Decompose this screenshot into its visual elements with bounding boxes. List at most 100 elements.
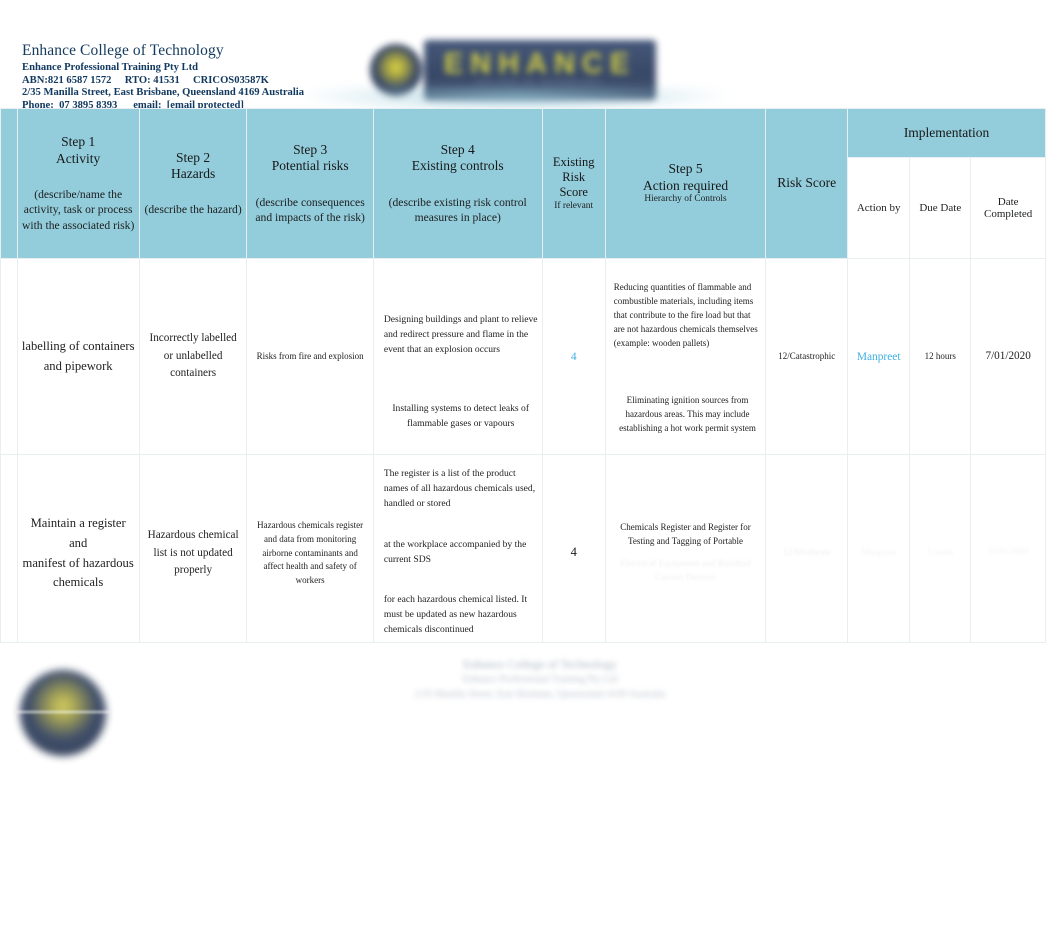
header-existing-risk-score-note: If relevant — [554, 200, 594, 211]
cell-action-required-text: Eliminating ignition sources from hazard… — [619, 395, 756, 434]
action-by-value: Manpreet — [856, 351, 901, 364]
header-step3-title: Step 3 Potential risks — [271, 141, 349, 174]
cell-action-required-text: Reducing quantities of flammable and com… — [613, 281, 758, 348]
cell-existing-controls-text: at the workplace accompanied by the curr… — [383, 538, 527, 565]
header-action-by: Action by — [847, 157, 911, 259]
header-risk-score-title: Risk Score — [777, 175, 837, 191]
cell-potential-risks[interactable]: Hazardous chemicals register and data fr… — [246, 454, 374, 643]
table-header-group-row: Step 1 Activity (describe/name the activ… — [0, 108, 1046, 259]
due-date-value: 12 hours — [924, 350, 956, 361]
cell-hazards[interactable]: Hazardous chemical list is not updated p… — [138, 454, 248, 643]
letterhead: Enhance College of Technology Enhance Pr… — [0, 0, 1062, 114]
logo-subtext: COLLEGE OF TECHNOLOGY — [476, 80, 604, 87]
cell-existing-controls-text: Installing systems to detect leaks of fl… — [392, 402, 530, 429]
footer-line-3: 2/35 Manilla Street, East Brisbane, Quee… — [414, 688, 666, 700]
cell-action-by[interactable]: Manpreet — [847, 258, 911, 455]
footer-logo-icon — [20, 670, 106, 756]
header-step4-subtitle: (describe existing risk control measures… — [388, 195, 527, 224]
cell-existing-controls[interactable]: The register is a list of the product na… — [372, 454, 543, 643]
existing-risk-score-value: 4 — [570, 351, 577, 364]
date-completed-value: 7/01/2020 — [985, 349, 1031, 362]
cell-activity-line: Maintain a register and — [30, 516, 126, 550]
cell-potential-risks-text: Risks from fire and explosion — [256, 350, 364, 361]
header-step2-subtitle: (describe the hazard) — [144, 203, 242, 217]
cell-risk-score[interactable]: 12/Catastrophic — [765, 258, 849, 455]
cell-action-by[interactable]: Manpreet — [847, 454, 911, 643]
cell-activity-line: and pipework — [43, 358, 113, 373]
header-date-completed: Date Completed — [970, 157, 1046, 259]
cell-activity[interactable]: Maintain a register and manifest of haza… — [16, 454, 140, 643]
header-step4-title: Step 4 Existing controls — [411, 141, 504, 174]
footer-line-1: Enhance College of Technology — [463, 657, 617, 671]
organisation-name: Enhance College of Technology — [22, 42, 224, 59]
cell-hazards-line: list is not updated — [153, 546, 233, 559]
header-implementation-label: Implementation — [903, 125, 990, 140]
date-completed-faded-value: 15/01/2020 — [987, 545, 1029, 556]
header-risk-score: Risk Score — [765, 108, 849, 259]
header-step3: Step 3 Potential risks (describe consequ… — [246, 108, 374, 259]
cell-risk-score[interactable]: 12/Moderate — [765, 454, 849, 643]
table-row: labelling of containers and pipework Inc… — [0, 258, 1046, 455]
organisation-address-line: 2/35 Manilla Street, East Brisbane, Quee… — [22, 87, 305, 99]
footer-line-2: Enhance Professional Training Pty Ltd — [462, 674, 618, 686]
organisation-details: Enhance College of Technology Enhance Pr… — [22, 42, 304, 112]
cell-hazards[interactable]: Incorrectly labelled or unlabelled conta… — [138, 258, 248, 455]
cell-existing-risk-score[interactable]: 4 — [541, 258, 606, 455]
cell-hazards-line: or unlabelled — [163, 349, 223, 362]
cell-action-required[interactable]: Chemicals Register and Register for Test… — [604, 454, 767, 643]
cell-existing-risk-score[interactable]: 4 — [541, 454, 606, 643]
header-date-completed-label: Date Completed — [984, 196, 1033, 220]
cell-existing-controls-text: The register is a list of the product na… — [383, 468, 536, 509]
organisation-registration-line: ABN:821 6587 1572 RTO: 41531 CRICOS03587… — [22, 74, 269, 86]
footer-text-block: Enhance College of Technology Enhance Pr… — [390, 656, 690, 702]
cell-hazards-line: properly — [174, 564, 213, 577]
header-step3-subtitle: (describe consequences and impacts of th… — [255, 195, 365, 224]
action-by-faded-value: Manpreet — [861, 547, 896, 558]
header-step2: Step 2 Hazards (describe the hazard) — [138, 108, 248, 259]
header-action-by-label: Action by — [856, 202, 901, 214]
cell-existing-controls-text: for each hazardous chemical listed. It m… — [383, 594, 528, 636]
organisation-legal-name: Enhance Professional Training Pty Ltd — [22, 62, 198, 74]
cell-potential-risks-text: Hazardous chemicals register and data fr… — [257, 519, 364, 586]
cell-existing-controls[interactable]: Designing buildings and plant to relieve… — [372, 258, 543, 455]
header-spacer-left — [0, 108, 18, 259]
header-due-date-label: Due Date — [919, 202, 962, 214]
cell-activity-line: chemicals — [52, 575, 104, 590]
cell-activity-line: labelling of containers — [21, 338, 135, 353]
risk-assessment-table: Step 1 Activity (describe/name the activ… — [0, 108, 1046, 643]
cell-hazards-line: Hazardous chemical — [147, 529, 239, 542]
header-step5: Step 5 Action required Hierarchy of Cont… — [604, 108, 767, 259]
footer-logo-divider — [16, 711, 110, 713]
cell-potential-risks[interactable]: Risks from fire and explosion — [246, 258, 374, 455]
cell-hazards-line: containers — [170, 367, 217, 380]
header-step4: Step 4 Existing controls (describe exist… — [372, 108, 543, 259]
cell-activity-line: manifest of hazardous — [22, 555, 134, 570]
due-date-faded-value: 1 week — [927, 546, 954, 557]
existing-risk-score-value: 4 — [570, 545, 577, 560]
cell-date-completed[interactable]: 7/01/2020 — [970, 258, 1046, 455]
risk-score-value: 12/Catastrophic — [778, 350, 836, 361]
header-existing-risk-score-title: Existing Risk Score — [552, 154, 595, 200]
risk-score-faded-value: 12/Moderate — [782, 548, 831, 559]
cell-existing-controls-text: Designing buildings and plant to relieve… — [383, 314, 538, 356]
table-row: Maintain a register and manifest of haza… — [0, 454, 1046, 643]
logo-wordmark-text: ENHANCE — [443, 48, 637, 80]
header-due-date: Due Date — [909, 157, 972, 259]
cell-action-required[interactable]: Reducing quantities of flammable and com… — [604, 258, 767, 455]
header-step1-subtitle: (describe/name the activity, task or pro… — [21, 188, 135, 232]
header-implementation-group: Implementation — [847, 108, 1046, 158]
header-existing-risk-score: Existing Risk Score If relevant — [541, 108, 606, 259]
cell-due-date[interactable]: 1 week — [909, 454, 972, 643]
cell-due-date[interactable]: 12 hours — [909, 258, 972, 455]
header-step1: Step 1 Activity (describe/name the activ… — [16, 108, 140, 259]
cell-date-completed[interactable]: 15/01/2020 — [970, 454, 1046, 643]
cell-action-required-faded-text: Electrical Equipment and Residual Curren… — [620, 559, 751, 584]
cell-hazards-line: Incorrectly labelled — [149, 332, 237, 345]
cell-activity[interactable]: labelling of containers and pipework — [16, 258, 140, 455]
header-step2-title: Step 2 Hazards — [171, 149, 216, 181]
row-spacer-left — [0, 258, 18, 455]
header-step1-title: Step 1 Activity — [56, 134, 101, 166]
row-spacer-left — [0, 454, 18, 643]
footer: Enhance College of Technology Enhance Pr… — [0, 648, 1062, 768]
cell-action-required-text: Chemicals Register and Register for Test… — [620, 522, 751, 547]
